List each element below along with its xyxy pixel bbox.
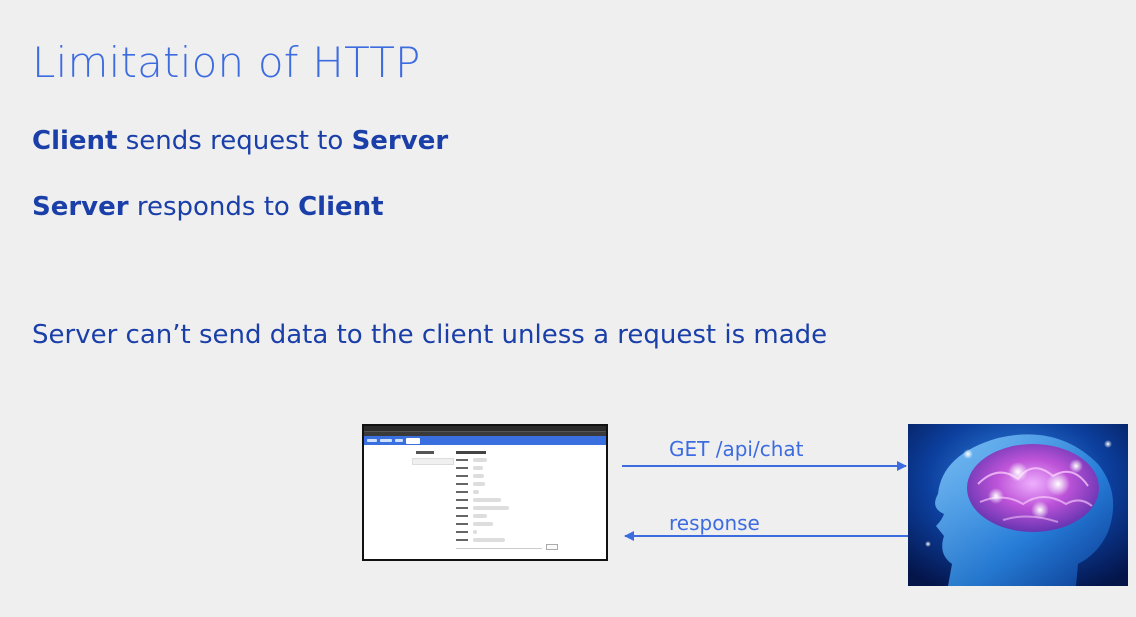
response-label: response <box>669 511 760 535</box>
request-label: GET /api/chat <box>669 437 804 461</box>
server-brain-illustration <box>908 424 1128 586</box>
